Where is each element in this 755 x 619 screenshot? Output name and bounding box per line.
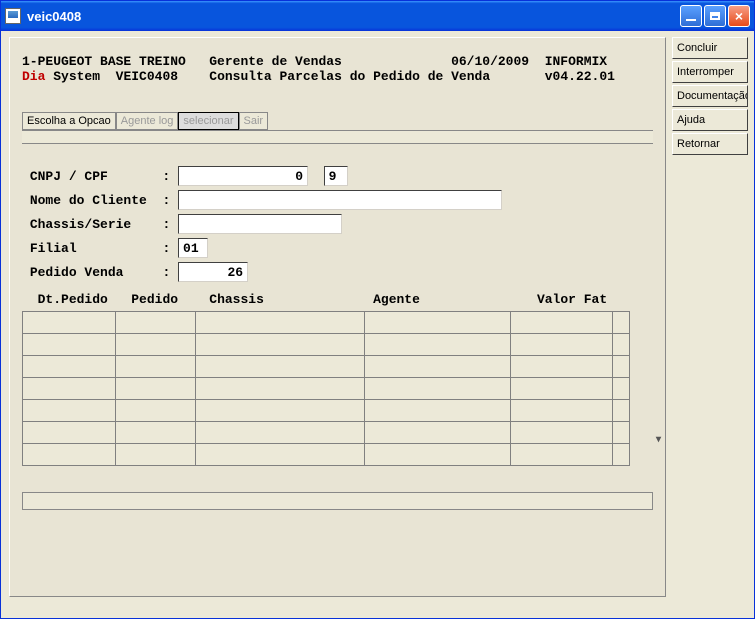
concluir-button[interactable]: Concluir [672, 37, 748, 59]
table-cell [613, 400, 630, 422]
table-row[interactable] [23, 334, 630, 356]
table-cell [613, 334, 630, 356]
table-cell [115, 334, 195, 356]
label-filial: Filial : [22, 241, 178, 256]
table-cell [613, 378, 630, 400]
table-cell [195, 378, 364, 400]
table-cell [510, 356, 613, 378]
table-cell [364, 356, 510, 378]
menu-sair[interactable]: Sair [239, 112, 269, 130]
table-row[interactable] [23, 422, 630, 444]
menu-escolha-opcao[interactable]: Escolha a Opcao [22, 112, 116, 130]
interromper-button[interactable]: Interromper [672, 61, 748, 83]
table-cell [115, 378, 195, 400]
results-grid [22, 311, 630, 466]
table-cell [613, 444, 630, 466]
table-cell [195, 334, 364, 356]
table-cell [115, 312, 195, 334]
table-cell [510, 400, 613, 422]
input-nome[interactable] [178, 190, 502, 210]
scroll-mark-icon: ▾ [656, 434, 661, 445]
table-row[interactable] [23, 400, 630, 422]
input-chassis[interactable] [178, 214, 342, 234]
menu-agente-log[interactable]: Agente log [116, 112, 179, 130]
label-chassis: Chassis/Serie : [22, 217, 178, 232]
table-cell [23, 356, 116, 378]
table-cell [364, 444, 510, 466]
table-cell [613, 356, 630, 378]
table-cell [510, 422, 613, 444]
table-row[interactable] [23, 444, 630, 466]
status-bar [22, 492, 653, 510]
header-line-2: Dia System VEIC0408 Consulta Parcelas do… [22, 69, 653, 84]
table-cell [23, 312, 116, 334]
input-pedido[interactable] [178, 262, 248, 282]
table-cell [364, 334, 510, 356]
menu-divider [22, 130, 653, 144]
table-row[interactable] [23, 356, 630, 378]
table-cell [364, 378, 510, 400]
header-line-1: 1-PEUGEOT BASE TREINO Gerente de Vendas … [22, 54, 653, 69]
input-filial[interactable] [178, 238, 208, 258]
app-window: veic0408 × 1-PEUGEOT BASE TREINO Gerente… [0, 0, 755, 619]
table-cell [23, 378, 116, 400]
table-cell [364, 422, 510, 444]
table-cell [613, 422, 630, 444]
app-icon [5, 8, 21, 24]
input-cpf[interactable] [178, 166, 308, 186]
window-title: veic0408 [27, 9, 680, 24]
window-buttons: × [680, 5, 750, 27]
close-button[interactable]: × [728, 5, 750, 27]
table-cell [195, 444, 364, 466]
table-cell [364, 400, 510, 422]
table-cell [23, 400, 116, 422]
table-cell [510, 444, 613, 466]
table-cell [23, 422, 116, 444]
table-cell [195, 356, 364, 378]
retornar-button[interactable]: Retornar [672, 133, 748, 155]
table-cell [195, 400, 364, 422]
table-cell [115, 422, 195, 444]
label-cpf: CNPJ / CPF : [22, 169, 178, 184]
minimize-button[interactable] [680, 5, 702, 27]
form-area: CNPJ / CPF : Nome do Cliente : Chassis/S… [22, 166, 653, 510]
table-cell [115, 444, 195, 466]
table-cell [510, 312, 613, 334]
menu-selecionar[interactable]: selecionar [178, 112, 238, 130]
table-headers: Dt.Pedido Pedido Chassis Agente Valor Fa… [22, 292, 653, 307]
table-cell [195, 422, 364, 444]
label-pedido: Pedido Venda : [22, 265, 178, 280]
table-cell [23, 334, 116, 356]
table-cell [510, 378, 613, 400]
table-row[interactable] [23, 312, 630, 334]
menu-bar: Escolha a Opcao Agente log selecionar Sa… [22, 112, 653, 130]
maximize-button[interactable] [704, 5, 726, 27]
table-cell [364, 312, 510, 334]
input-cpf-dv[interactable] [324, 166, 348, 186]
table-row[interactable] [23, 378, 630, 400]
table-cell [613, 312, 630, 334]
ajuda-button[interactable]: Ajuda [672, 109, 748, 131]
titlebar[interactable]: veic0408 × [1, 1, 754, 31]
table-cell [115, 400, 195, 422]
label-nome: Nome do Cliente : [22, 193, 178, 208]
table-cell [115, 356, 195, 378]
table-cell [195, 312, 364, 334]
table-cell [510, 334, 613, 356]
table-cell [23, 444, 116, 466]
side-panel: Concluir Interromper Documentação Ajuda … [666, 37, 748, 612]
client-area: 1-PEUGEOT BASE TREINO Gerente de Vendas … [1, 31, 754, 618]
documentacao-button[interactable]: Documentação [672, 85, 748, 107]
main-panel: 1-PEUGEOT BASE TREINO Gerente de Vendas … [9, 37, 666, 597]
